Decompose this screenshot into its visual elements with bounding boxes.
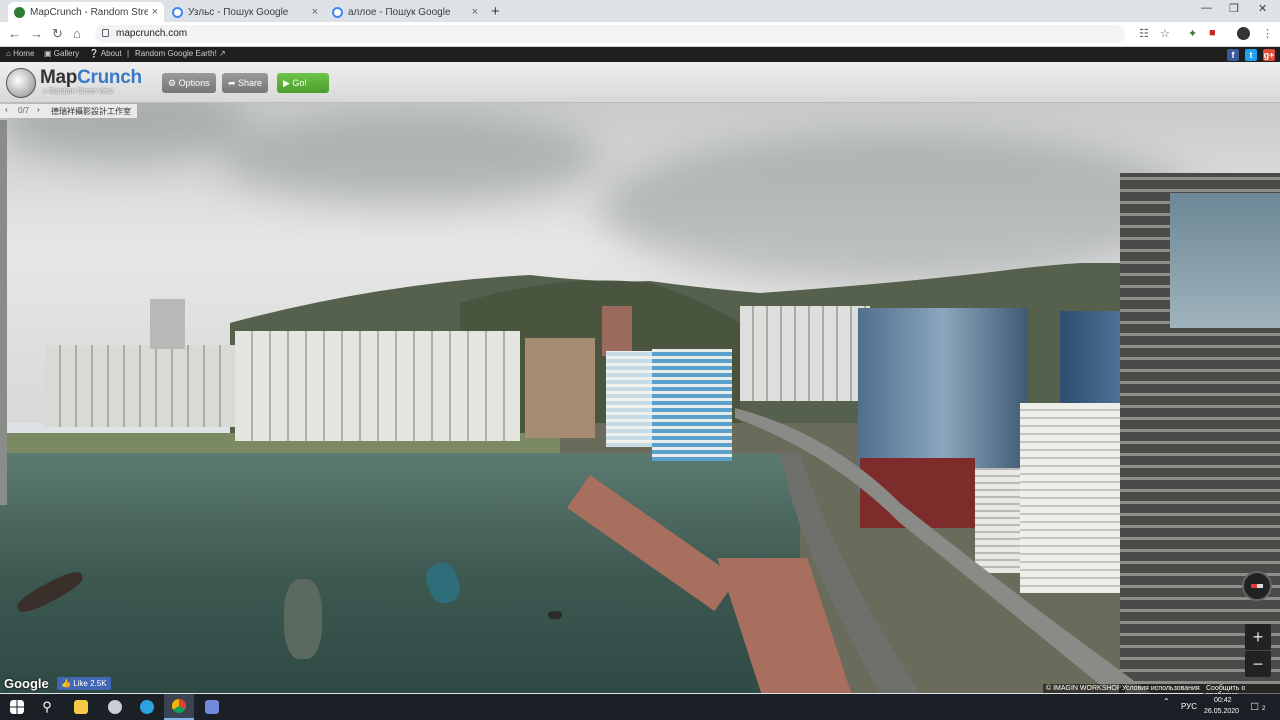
clock-date[interactable]: 26.05.2020 xyxy=(1204,708,1239,715)
address-bar[interactable] xyxy=(95,25,1125,43)
browser-toolbar: ← → ↻ ⌂ mapcrunch.com ☷ ☆ ✦ ■ ⋮ xyxy=(0,22,1280,47)
close-tab-icon[interactable]: × xyxy=(312,6,318,18)
location-bar: ‹ 0/7 › 德瑞祥攝影設計工作室 xyxy=(0,104,137,118)
chrome-icon[interactable] xyxy=(164,694,194,720)
app-icon[interactable] xyxy=(100,694,130,720)
close-window-icon[interactable]: ✕ xyxy=(1258,2,1267,15)
extension-badge-icon[interactable]: ■ xyxy=(1209,27,1216,39)
zoom-in-button[interactable]: + xyxy=(1245,624,1271,650)
tab-mapcrunch[interactable]: MapCrunch - Random Street Vie × xyxy=(8,2,164,22)
imagery-credit: © IMAGIN WORKSHOP xyxy=(1043,684,1125,693)
close-tab-icon[interactable]: × xyxy=(152,6,158,18)
tab-title: MapCrunch - Random Street Vie xyxy=(30,6,148,18)
gear-icon: ⚙ xyxy=(168,77,179,88)
home-icon[interactable]: ⌂ xyxy=(73,26,81,41)
location-counter: 0/7 xyxy=(18,106,30,115)
roads xyxy=(735,408,1150,693)
reload-icon[interactable]: ↻ xyxy=(52,26,63,42)
google-favicon-icon xyxy=(332,6,343,18)
telegram-icon[interactable] xyxy=(132,694,162,720)
discord-icon[interactable] xyxy=(197,694,227,720)
share-arrow-icon: ➦ xyxy=(228,77,239,88)
tab-title: аллое - Пошук Google xyxy=(348,6,451,18)
twitter-icon[interactable]: t xyxy=(1245,49,1257,61)
profile-avatar[interactable] xyxy=(1237,27,1250,40)
url-text[interactable]: mapcrunch.com xyxy=(116,28,187,39)
close-tab-icon[interactable]: × xyxy=(472,6,478,18)
language-indicator[interactable]: РУС xyxy=(1181,702,1197,711)
tab-strip: MapCrunch - Random Street Vie × Узльс - … xyxy=(0,0,1280,22)
translate-icon[interactable]: ☷ xyxy=(1139,27,1149,40)
globe-logo-icon xyxy=(6,68,36,98)
menu-kebab-icon[interactable]: ⋮ xyxy=(1262,27,1273,40)
compass-icon[interactable] xyxy=(1242,571,1272,601)
facebook-icon[interactable]: f xyxy=(1227,49,1239,61)
nav-gallery-link[interactable]: ▣ Gallery xyxy=(44,49,79,58)
tab-google-search-1[interactable]: Узльс - Пошук Google × xyxy=(166,2,324,22)
mapcrunch-nav: ⌂ Home ▣ Gallery ❔ About | Random Google… xyxy=(0,47,1280,62)
prev-location-button[interactable]: ‹ xyxy=(5,105,8,114)
start-windows-icon[interactable] xyxy=(2,694,32,720)
notifications-icon[interactable]: □ xyxy=(1251,699,1258,713)
facebook-like-button[interactable]: 👍 Like 2.5K xyxy=(57,677,111,690)
file-explorer-icon[interactable] xyxy=(66,694,96,720)
forward-icon[interactable]: → xyxy=(30,26,43,41)
google-plus-icon[interactable]: g+ xyxy=(1263,49,1275,61)
nav-home-link[interactable]: ⌂ Home xyxy=(6,49,34,58)
clock-time[interactable]: 00:42 xyxy=(1214,697,1232,704)
tab-google-search-2[interactable]: аллое - Пошук Google × xyxy=(326,2,484,22)
extension-icon[interactable]: ✦ xyxy=(1188,27,1197,40)
notification-count: 2 xyxy=(1262,706,1266,712)
thumbs-up-icon: 👍 xyxy=(61,679,71,688)
street-view-panorama[interactable] xyxy=(0,103,1280,693)
search-icon[interactable]: ⚲ xyxy=(32,694,62,720)
tray-chevron-icon[interactable]: ⌃ xyxy=(1163,697,1170,706)
options-button[interactable]: ⚙ Options xyxy=(162,73,216,93)
location-name: 德瑞祥攝影設計工作室 xyxy=(51,107,131,116)
terms-link[interactable]: Условия использования xyxy=(1119,684,1203,693)
new-tab-button[interactable]: + xyxy=(491,3,500,20)
boat xyxy=(284,579,322,659)
zoom-out-button[interactable]: − xyxy=(1245,651,1271,677)
maximize-icon[interactable]: ❐ xyxy=(1229,2,1239,15)
nav-separator: | xyxy=(127,49,130,58)
tab-title: Узльс - Пошук Google xyxy=(188,6,289,18)
go-button[interactable]: ▶ Go! xyxy=(277,73,329,93)
nav-about-link[interactable]: ❔ About xyxy=(89,49,122,58)
boat xyxy=(548,611,562,619)
minimize-icon[interactable]: — xyxy=(1201,2,1212,14)
logo-tagline: » Random Street View xyxy=(43,88,113,95)
share-button[interactable]: ➦ Share xyxy=(222,73,269,93)
mapcrunch-favicon-icon xyxy=(14,6,25,18)
next-location-button[interactable]: › xyxy=(37,105,40,114)
left-scrollbar[interactable] xyxy=(0,120,7,505)
mapcrunch-logo[interactable]: MapCrunch xyxy=(40,67,142,89)
play-icon: ▶ xyxy=(283,77,293,88)
lock-icon xyxy=(102,29,109,37)
bookmark-star-icon[interactable]: ☆ xyxy=(1160,27,1170,40)
google-logo: Google xyxy=(4,676,49,691)
nav-random-earth-link[interactable]: Random Google Earth! ↗ xyxy=(135,49,226,58)
google-favicon-icon xyxy=(172,6,183,18)
back-icon[interactable]: ← xyxy=(8,26,21,41)
